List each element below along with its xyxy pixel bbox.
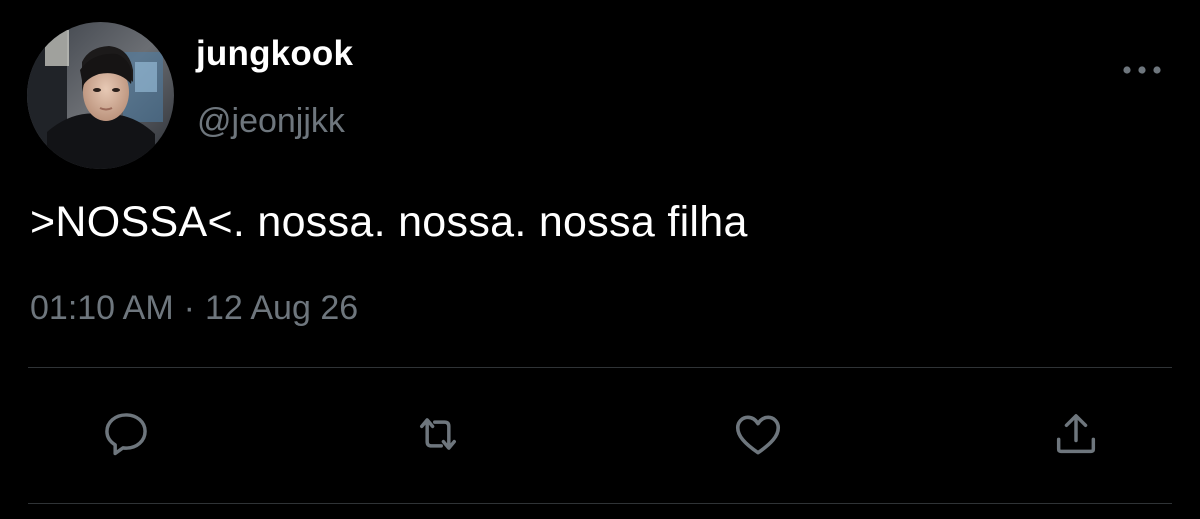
tweet-date: 12 Aug 26 (204, 289, 359, 327)
divider (28, 367, 1172, 368)
user-handle[interactable]: @jeonjjkk (197, 104, 345, 138)
reply-button[interactable] (96, 404, 156, 464)
reply-icon (105, 413, 147, 456)
more-options-button[interactable] (1118, 56, 1166, 84)
like-button[interactable] (728, 404, 788, 464)
retweet-icon (420, 418, 456, 450)
retweet-button[interactable] (408, 404, 468, 464)
avatar[interactable] (27, 22, 174, 169)
divider (28, 503, 1172, 504)
tweet-text: >NOSSA<. nossa. nossa. nossa filha (30, 198, 748, 246)
more-horizontal-icon (1123, 66, 1161, 74)
heart-icon (735, 415, 781, 455)
meta-separator: · (183, 289, 195, 327)
share-button[interactable] (1046, 404, 1106, 464)
tweet-timestamp[interactable]: 01:10 AM · 12 Aug 26 (30, 291, 358, 325)
share-icon (1056, 414, 1096, 454)
tweet-time: 01:10 AM (30, 289, 174, 327)
avatar-image (27, 22, 174, 169)
display-name[interactable]: jungkook (196, 36, 353, 71)
